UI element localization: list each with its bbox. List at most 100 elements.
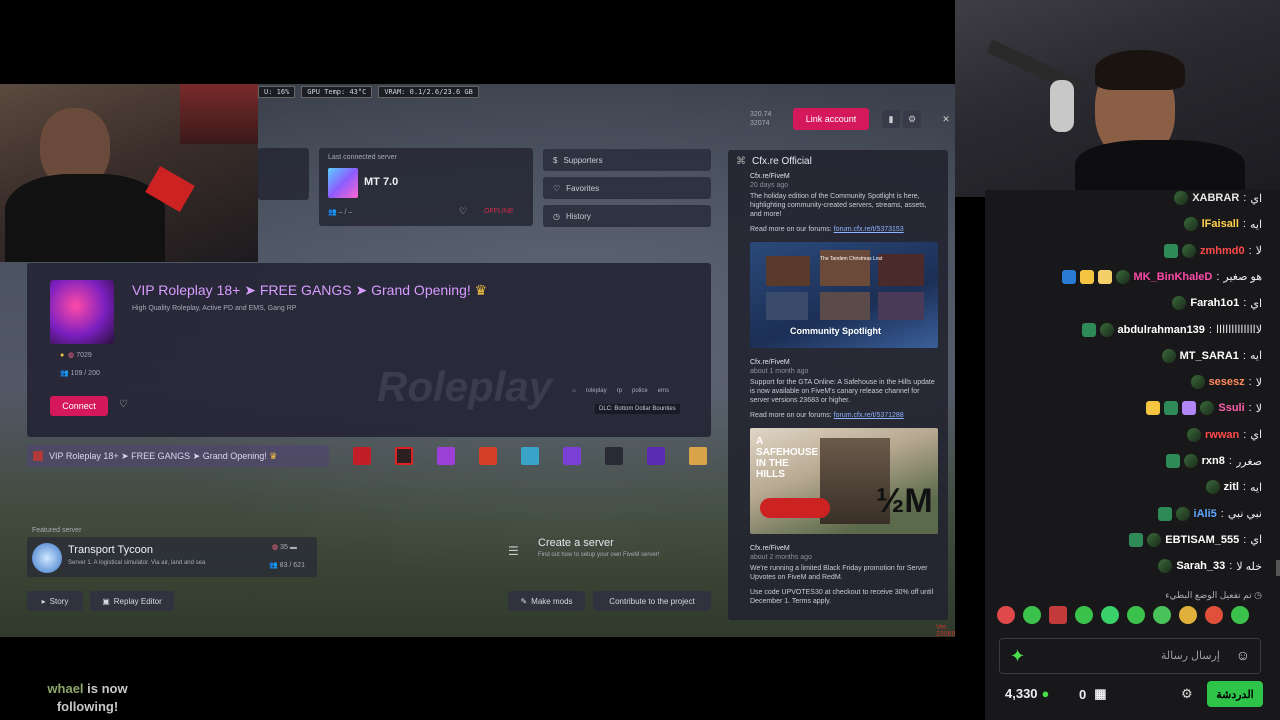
chat-username[interactable]: lFaisall xyxy=(1202,218,1239,230)
red-car xyxy=(760,498,830,518)
news-link-1[interactable]: forum.cfx.re/t/5373153 xyxy=(834,226,904,233)
featured-likes: ◍ 35 ▬ xyxy=(272,543,297,551)
emote-5[interactable] xyxy=(1101,606,1119,624)
chat-message: zmhmd0: لا xyxy=(1164,241,1262,261)
chat-username[interactable]: abdulrahman139 xyxy=(1118,324,1205,336)
news-header: ⌘ Cfx.re Official xyxy=(736,156,812,167)
chat-username[interactable]: zmhmd0 xyxy=(1200,245,1245,257)
chat-text: اي xyxy=(1250,192,1262,205)
vip-favorite-heart-icon[interactable]: ♡ xyxy=(119,399,128,410)
chat-text: خله لا xyxy=(1236,560,1262,573)
chat-settings-gear-icon[interactable]: ⚙ xyxy=(1181,686,1193,702)
news-link-row-1: Read more on our forums: forum.cfx.re/t/… xyxy=(736,225,940,234)
chat-text: ايه xyxy=(1249,218,1262,231)
close-icon[interactable]: ✕ xyxy=(937,110,955,128)
chat-colon: : xyxy=(1243,192,1247,204)
emoji-picker-icon[interactable]: ☺ xyxy=(1236,647,1250,663)
sub-badge-icon xyxy=(1175,506,1190,521)
chat-username[interactable]: iAli5 xyxy=(1194,508,1217,520)
chat-username[interactable]: Ssuli xyxy=(1218,402,1244,414)
sub-badge-icon xyxy=(1147,532,1162,547)
emote-6[interactable] xyxy=(1127,606,1145,624)
chat-username[interactable]: zitl xyxy=(1224,481,1239,493)
carousel-thumb-2[interactable] xyxy=(395,447,413,465)
spotlight-thumb-4 xyxy=(766,292,808,320)
news-link-2[interactable]: forum.cfx.re/t/5371288 xyxy=(834,412,904,419)
chat-username[interactable]: EBTISAM_555 xyxy=(1165,534,1239,546)
tag-3: ems xyxy=(657,388,670,394)
chat-username[interactable]: Farah1o1 xyxy=(1190,297,1239,309)
channel-points[interactable]: 4,330 ● xyxy=(1005,686,1049,701)
chat-username[interactable]: XABRAR xyxy=(1192,192,1239,204)
contribute-button[interactable]: Contribute to the project xyxy=(593,591,711,611)
spotlight-thumb-3 xyxy=(878,254,924,286)
notifications-icon[interactable]: ▮ xyxy=(882,110,900,128)
emote-2[interactable] xyxy=(1023,606,1041,624)
home-tile[interactable] xyxy=(258,148,309,200)
chat-send-button[interactable]: الدردشة xyxy=(1207,681,1263,707)
vip-tags: ⌂ roleplay rp police ems xyxy=(572,388,669,394)
chat-message: Farah1o1: اي xyxy=(1172,293,1262,313)
carousel-thumb-9[interactable] xyxy=(689,447,707,465)
story-button[interactable]: ▸ Story xyxy=(27,591,83,611)
connect-button[interactable]: Connect xyxy=(50,396,108,416)
carousel-thumb-7[interactable] xyxy=(605,447,623,465)
chat-username[interactable]: MT_SARA1 xyxy=(1180,350,1239,362)
chat-colon: : xyxy=(1248,376,1252,389)
last-connected-server-card[interactable]: Last connected server MT 7.0 👥 – / – ♡ O… xyxy=(319,148,533,226)
replay-editor-button[interactable]: ▣ Replay Editor xyxy=(90,591,174,611)
carousel-thumb-1[interactable] xyxy=(353,447,371,465)
emote-8[interactable] xyxy=(1179,606,1197,624)
emote-4[interactable] xyxy=(1075,606,1093,624)
carousel-active-item[interactable]: VIP Roleplay 18+ ➤ FREE GANGS ➤ Grand Op… xyxy=(27,445,329,467)
emote-1[interactable] xyxy=(997,606,1015,624)
chat-scrollbar[interactable] xyxy=(1276,560,1280,576)
news-author-1: Cfx.re/FiveM xyxy=(750,173,790,180)
chat-text: اي xyxy=(1250,429,1262,442)
tag-1: rp xyxy=(616,388,622,394)
performance-overlay: U: 16% GPU Temp: 43°C VRAM: 0.1/2.6/23.6… xyxy=(258,86,479,98)
carousel-thumb-3[interactable] xyxy=(437,447,455,465)
bits-counter[interactable]: 0 ▦ xyxy=(1079,686,1107,702)
chat-colon: : xyxy=(1248,402,1252,415)
chat-username[interactable]: sesesz xyxy=(1209,376,1245,388)
chat-colon: : xyxy=(1242,349,1246,362)
chat-username[interactable]: MK_BinKhaleD xyxy=(1134,271,1213,283)
favorite-heart-icon[interactable]: ♡ xyxy=(459,206,467,217)
server-watermark: Roleplay xyxy=(377,363,553,410)
emote-7[interactable] xyxy=(1153,606,1171,624)
favorites-button[interactable]: ♡ Favorites xyxy=(543,177,711,199)
safehouse-image[interactable]: A SAFEHOUSE IN THE HILLS ½M xyxy=(750,428,938,534)
settings-gear-icon[interactable]: ⚙ xyxy=(903,110,921,128)
create-server-tile[interactable]: ☰ Create a server Find out how to setup … xyxy=(505,536,711,570)
chat-username[interactable]: rxn8 xyxy=(1202,455,1225,467)
heart-icon: ♡ xyxy=(553,183,561,193)
community-spotlight-image[interactable]: The Tandem Christmas Lost Community Spot… xyxy=(750,242,938,348)
carousel-thumb-6[interactable] xyxy=(563,447,581,465)
chat-badge-icon xyxy=(1164,243,1179,258)
featured-server-card[interactable]: Transport Tycoon Server 1. A logistical … xyxy=(27,537,317,577)
emote-3[interactable] xyxy=(1049,606,1067,624)
link-account-button[interactable]: Link account xyxy=(793,108,869,130)
carousel-thumb-4[interactable] xyxy=(479,447,497,465)
chat-colon: : xyxy=(1216,270,1220,283)
chat-username[interactable]: Sarah_33 xyxy=(1176,560,1225,572)
promoted-server-card[interactable]: Roleplay VIP Roleplay 18+ ➤ FREE GANGS ➤… xyxy=(27,263,711,437)
chat-message: MK_BinKhaleD: هو صغير xyxy=(1061,267,1262,287)
chat-text: ايه xyxy=(1249,481,1262,494)
chat-input[interactable]: ✦ إرسال رسالة ☺ xyxy=(999,638,1261,674)
cpu-usage: U: 16% xyxy=(258,86,296,98)
news-feed: ⌘ Cfx.re Official Cfx.re/FiveM 20 days ago… xyxy=(728,150,948,620)
emote-9[interactable] xyxy=(1205,606,1223,624)
news-text-3b: Use code UPVOTES30 at checkout to receiv… xyxy=(750,589,934,605)
supporters-button[interactable]: $ Supporters xyxy=(543,149,711,171)
carousel-thumb-5[interactable] xyxy=(521,447,539,465)
emote-10[interactable] xyxy=(1231,606,1249,624)
offline-status: OFFLINE xyxy=(484,208,514,215)
carousel-thumb-8[interactable] xyxy=(647,447,665,465)
chat-username[interactable]: rwwan xyxy=(1205,429,1239,441)
history-button[interactable]: ◷ History xyxy=(543,205,711,227)
chat-message: Sarah_33: خله لا xyxy=(1158,556,1262,576)
make-mods-button[interactable]: ✎ Make mods xyxy=(508,591,585,611)
bits-value: 0 xyxy=(1079,686,1087,702)
